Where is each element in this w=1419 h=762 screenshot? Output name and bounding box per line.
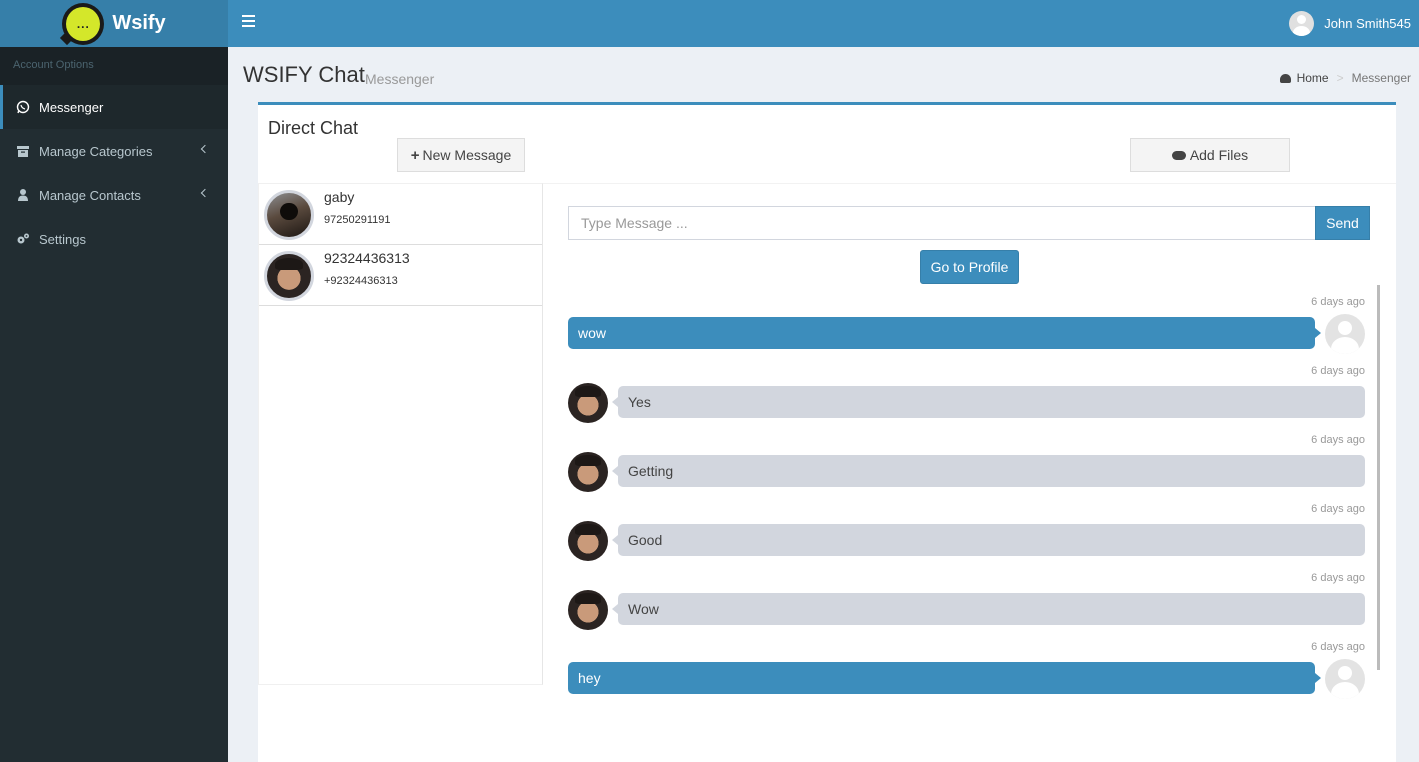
sidebar: Account Options Messenger Manage Categor… (0, 47, 228, 762)
message-avatar (1325, 314, 1365, 354)
sidebar-item-manage-categories[interactable]: Manage Categories (0, 129, 228, 173)
sidebar-item-settings[interactable]: Settings (0, 217, 228, 261)
message-time: 6 days ago (1311, 572, 1365, 584)
gears-icon (17, 233, 29, 244)
contact-name: 92324436313 (324, 250, 410, 266)
message-item: 6 days ago Wow (568, 561, 1378, 630)
message-item: 6 days ago Yes (568, 354, 1378, 423)
message-avatar (568, 452, 608, 492)
sidebar-toggle-icon[interactable] (242, 15, 255, 27)
contact-name: gaby (324, 189, 355, 205)
user-avatar (1289, 10, 1315, 36)
user-icon (18, 189, 28, 201)
top-navbar: John Smith545 (228, 0, 1419, 47)
send-button[interactable]: Send (1315, 206, 1370, 240)
sidebar-header: Account Options (0, 47, 228, 85)
new-message-button[interactable]: + New Message (397, 138, 525, 172)
message-bubble: wow (568, 317, 1321, 349)
message-time: 6 days ago (1311, 365, 1365, 377)
contact-avatar (264, 190, 314, 240)
box-title: Direct Chat (268, 118, 359, 138)
chevron-left-icon (200, 188, 210, 198)
breadcrumb-home[interactable]: Home (1297, 71, 1329, 85)
sidebar-item-label: Settings (39, 231, 86, 247)
message-bubble: hey (568, 662, 1321, 694)
contact-avatar (264, 251, 314, 301)
sidebar-item-messenger[interactable]: Messenger (0, 85, 228, 129)
sidebar-item-manage-contacts[interactable]: Manage Contacts (0, 173, 228, 217)
message-item: 6 days ago Getting (568, 423, 1378, 492)
plus-icon: + (410, 146, 420, 164)
direct-chat-box: Direct Chat + New Message Add Files gaby… (258, 102, 1396, 762)
breadcrumb-current: Messenger (1351, 71, 1411, 85)
message-time: 6 days ago (1311, 503, 1365, 515)
message-item: 6 days ago wow (568, 285, 1378, 354)
go-to-profile-button[interactable]: Go to Profile (920, 250, 1019, 284)
archive-icon (17, 146, 29, 157)
dashboard-icon (1279, 73, 1291, 83)
whatsapp-icon (16, 100, 30, 114)
user-menu[interactable]: John Smith545 (1289, 10, 1411, 36)
message-item: 6 days ago hey (568, 630, 1378, 699)
message-avatar (1325, 659, 1365, 699)
contact-item-gaby[interactable]: gaby 97250291191 (259, 184, 542, 245)
message-bubble: Getting (612, 455, 1365, 487)
message-time: 6 days ago (1311, 296, 1365, 308)
sidebar-item-label: Manage Contacts (39, 187, 141, 203)
contacts-list: gaby 97250291191 92324436313 +9232443631… (258, 183, 543, 685)
message-avatar (568, 383, 608, 423)
add-files-label: Add Files (1189, 147, 1249, 163)
message-bubble: Yes (612, 386, 1365, 418)
message-input[interactable] (568, 206, 1316, 240)
message-item: 6 days ago Good (568, 492, 1378, 561)
messages-list: 6 days ago wow 6 days ago Yes 6 days ago… (568, 285, 1378, 707)
message-avatar (568, 590, 608, 630)
sidebar-item-label: Manage Categories (39, 143, 153, 159)
message-time: 6 days ago (1311, 434, 1365, 446)
contact-phone: +92324436313 (324, 275, 398, 287)
chevron-left-icon (200, 144, 210, 154)
page-subtitle: Messenger (365, 71, 435, 87)
user-name: John Smith545 (1324, 15, 1411, 31)
chat-bubble-logo-icon: ... (62, 2, 105, 45)
add-files-button[interactable]: Add Files (1130, 138, 1290, 172)
contact-phone: 97250291191 (324, 214, 391, 226)
cloud-upload-icon (1171, 150, 1186, 160)
breadcrumb: Home > Messenger (1279, 71, 1411, 85)
message-avatar (568, 521, 608, 561)
logo-glyph: ... (66, 6, 101, 41)
logo[interactable]: ... Wsify (0, 0, 228, 47)
message-time: 6 days ago (1311, 641, 1365, 653)
new-message-label: New Message (422, 147, 512, 163)
message-bubble: Wow (612, 593, 1365, 625)
sidebar-item-label: Messenger (39, 99, 104, 115)
contact-item-92324436313[interactable]: 92324436313 +92324436313 (259, 245, 542, 306)
messages-scrollbar[interactable] (1377, 285, 1380, 670)
message-bubble: Good (612, 524, 1365, 556)
page-title: WSIFY Chat (243, 62, 365, 87)
breadcrumb-separator: > (1336, 71, 1344, 85)
logo-text: Wsify (112, 12, 166, 34)
